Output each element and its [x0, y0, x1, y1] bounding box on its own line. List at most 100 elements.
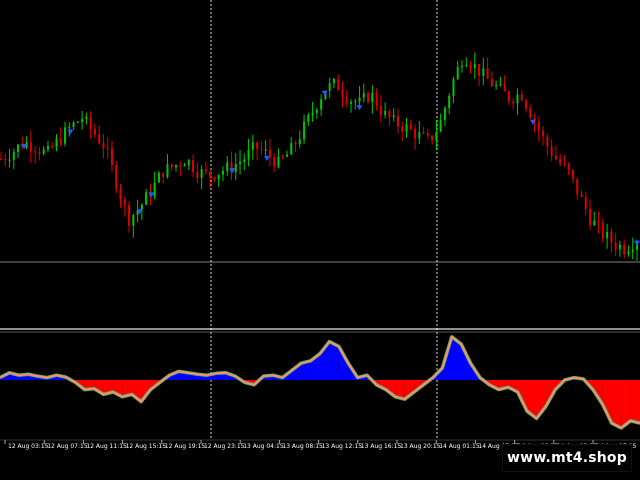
bull-candle [465, 64, 468, 66]
bear-candle [379, 106, 382, 116]
bull-candle [332, 79, 335, 84]
bull-candle [145, 192, 148, 205]
bull-candle [157, 172, 160, 183]
bull-candle [606, 232, 609, 239]
time-tick-label: 13 Aug 12:15 [322, 443, 363, 450]
bear-candle [550, 146, 553, 156]
bull-candle [354, 101, 357, 103]
bear-candle [102, 143, 105, 149]
bear-candle [546, 136, 549, 147]
bull-candle [371, 92, 374, 103]
bear-candle [580, 194, 583, 197]
bull-candle [311, 112, 314, 115]
bull-candle [384, 110, 387, 116]
oscillator-negative-area [630, 380, 640, 424]
bear-candle [89, 116, 92, 129]
watermark-logo: www.mt4.shop [502, 444, 632, 472]
bear-candle [29, 142, 32, 152]
bull-candle [239, 161, 242, 164]
bear-candle [170, 164, 173, 168]
bear-candle [554, 155, 557, 160]
bear-candle [529, 108, 532, 118]
bear-candle [162, 172, 165, 177]
bull-candle [435, 131, 438, 141]
bull-candle [166, 164, 169, 177]
time-tick-label: 13 Aug 04:15 [243, 443, 284, 450]
time-tick-label: 12 Aug 03:15 [8, 443, 49, 450]
trading-chart[interactable]: 12 Aug 03:1512 Aug 07:1512 Aug 11:1512 A… [0, 0, 640, 480]
bear-candle [128, 205, 131, 226]
time-tick-label: 12 Aug 07:15 [47, 443, 88, 450]
bear-candle [422, 132, 425, 134]
bull-candle [247, 149, 250, 160]
bull-candle [12, 151, 15, 160]
bull-candle [350, 101, 353, 104]
bear-candle [512, 101, 515, 104]
bull-candle [76, 121, 79, 123]
bull-candle [234, 163, 237, 172]
bear-candle [576, 178, 579, 195]
bear-candle [614, 242, 617, 250]
bear-candle [507, 91, 510, 102]
bear-candle [525, 100, 528, 109]
bear-candle [490, 78, 493, 87]
bull-candle [55, 138, 58, 148]
bull-candle [448, 96, 451, 109]
bear-candle [4, 159, 7, 161]
time-tick-label: 14 Aug 01:15 [439, 443, 480, 450]
bull-candle [85, 116, 88, 120]
bear-candle [179, 165, 182, 167]
bear-candle [520, 94, 523, 101]
bear-candle [106, 148, 109, 150]
bull-candle [320, 99, 323, 110]
bear-candle [115, 164, 118, 189]
bear-candle [414, 129, 417, 139]
bear-candle [431, 135, 434, 141]
bear-candle [537, 122, 540, 131]
bull-candle [183, 165, 186, 167]
bear-candle [337, 79, 340, 91]
time-tick-label: 13 Aug 08:15 [282, 443, 323, 450]
bull-candle [277, 156, 280, 167]
bull-candle [8, 159, 11, 161]
bull-candle [217, 174, 220, 180]
oscillator-negative-area [611, 380, 622, 428]
bull-candle [64, 127, 67, 144]
bull-candle [618, 244, 621, 250]
bull-candle [251, 142, 254, 150]
bull-candle [392, 115, 395, 118]
bull-candle [495, 85, 498, 87]
bull-candle [153, 182, 156, 197]
bear-candle [192, 160, 195, 172]
bear-candle [38, 152, 41, 154]
bear-candle [34, 151, 37, 153]
bull-candle [358, 97, 361, 102]
bull-candle [243, 159, 246, 162]
bull-candle [627, 251, 630, 254]
bull-candle [418, 132, 421, 139]
bear-candle [623, 244, 626, 254]
bear-candle [0, 158, 2, 160]
bear-candle [567, 163, 570, 170]
bear-candle [213, 177, 216, 180]
bear-candle [563, 163, 566, 165]
bear-candle [469, 64, 472, 69]
bull-candle [200, 169, 203, 178]
bear-candle [209, 171, 212, 178]
bear-candle [375, 92, 378, 107]
bull-candle [303, 121, 306, 140]
bull-candle [499, 84, 502, 86]
bear-candle [294, 143, 297, 145]
bear-candle [559, 159, 562, 164]
bull-candle [439, 120, 442, 132]
time-tick-label: 12 Aug 19:15 [165, 443, 206, 450]
bull-candle [593, 220, 596, 225]
bull-candle [298, 139, 301, 145]
bear-candle [110, 148, 113, 165]
bear-candle [478, 64, 481, 76]
bear-candle [426, 133, 429, 136]
bull-candle [17, 144, 20, 152]
bull-candle [187, 160, 190, 166]
bull-candle [307, 114, 310, 122]
bull-candle [456, 67, 459, 80]
